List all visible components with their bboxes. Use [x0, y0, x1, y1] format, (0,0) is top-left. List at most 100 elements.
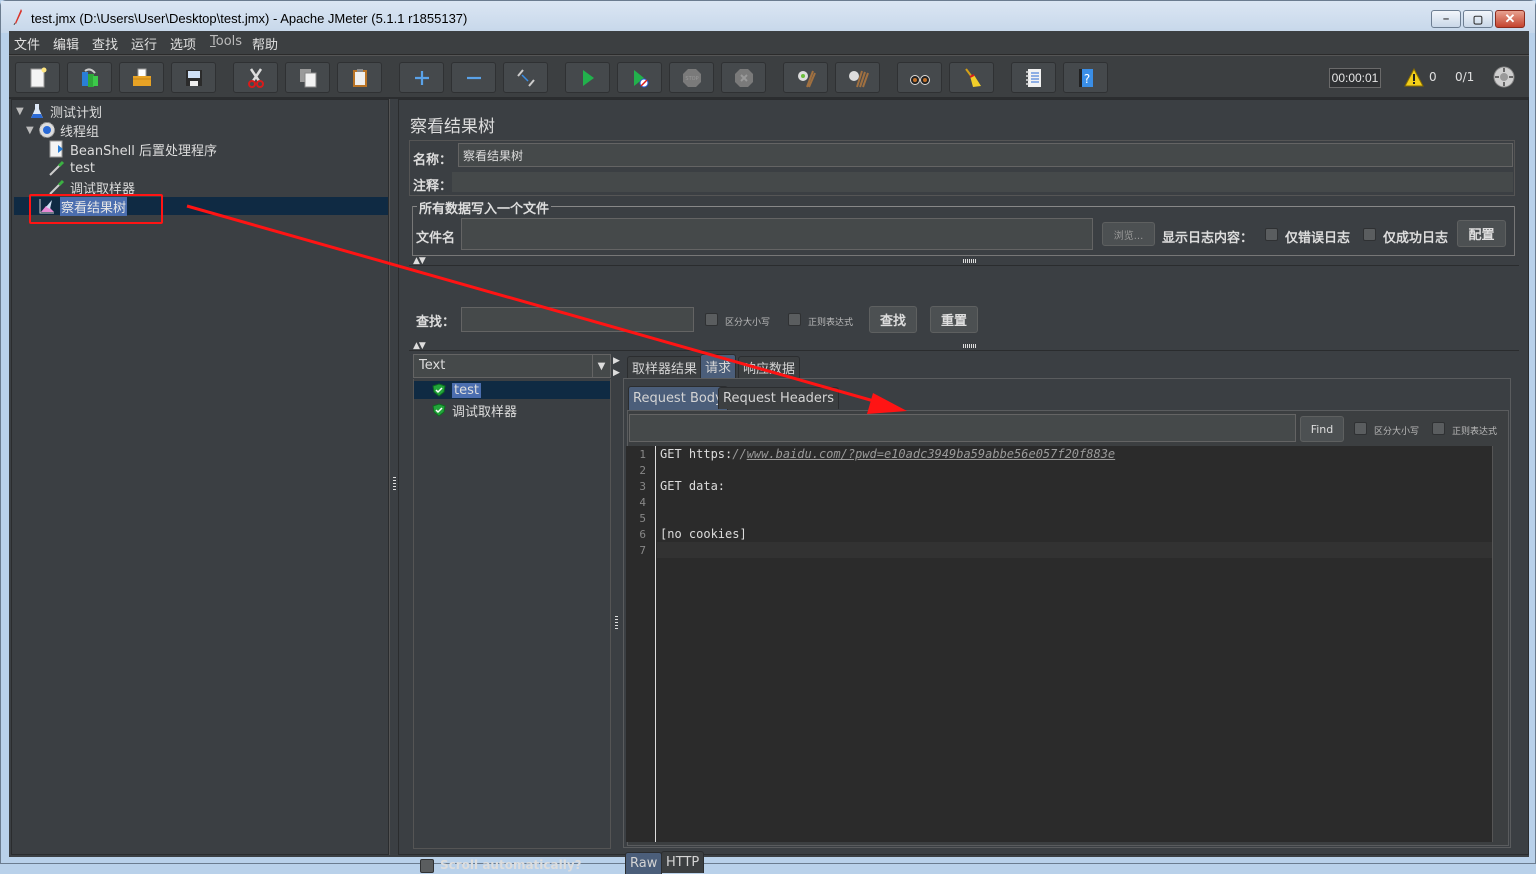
paste-button[interactable]	[337, 62, 382, 93]
name-input[interactable]: 察看结果树	[458, 143, 1513, 167]
test-plan-flask-icon	[31, 104, 43, 118]
maximize-button[interactable]: ▢	[1463, 10, 1493, 28]
file-group-title: 所有数据写入一个文件	[417, 198, 552, 217]
start-no-pauses-button[interactable]	[617, 62, 662, 93]
expand-button[interactable]	[399, 62, 444, 93]
editor-scrollbar[interactable]	[1492, 446, 1506, 842]
tab-response-data[interactable]: 响应数据	[738, 356, 801, 378]
search-toolbar-button[interactable]	[897, 62, 942, 93]
name-label: 名称：	[413, 153, 453, 168]
menu-search[interactable]: 查找	[92, 34, 118, 53]
browse-button[interactable]: 浏览...	[1102, 222, 1155, 246]
copy-button[interactable]	[285, 62, 330, 93]
find-button[interactable]: Find	[1300, 416, 1344, 442]
clear-button[interactable]	[783, 62, 828, 93]
tab-request-headers[interactable]: Request Headers	[718, 387, 840, 409]
close-icon: ✕	[1504, 11, 1516, 26]
toggle-button[interactable]	[503, 62, 548, 93]
function-helper-button[interactable]	[1011, 62, 1056, 93]
results-splitter[interactable]: ▶ ▶	[612, 354, 622, 849]
comment-label: 注释：	[413, 179, 453, 194]
title-bar: test.jmx (D:\Users\User\Desktop\test.jmx…	[1, 1, 1535, 33]
reset-search-button[interactable]	[949, 62, 994, 93]
search-input[interactable]	[461, 307, 694, 332]
filename-input[interactable]	[461, 218, 1093, 250]
thread-group-gear-icon	[39, 122, 55, 138]
expand-arrow-icon[interactable]: ▶	[613, 356, 620, 366]
tab-request[interactable]: 请求	[700, 354, 737, 378]
toolbar: STOP ? 00:00:01 0 0/1	[9, 55, 1529, 99]
scroll-automatically-checkbox[interactable]	[420, 859, 434, 873]
binoculars-icon	[909, 74, 930, 85]
errors-only-checkbox[interactable]	[1265, 228, 1278, 241]
collapse-toggle-icon[interactable]: ▼	[26, 125, 36, 136]
search-button[interactable]: 查找	[869, 306, 917, 333]
clear-all-button[interactable]	[835, 62, 880, 93]
menu-tools[interactable]: Tools	[210, 34, 242, 49]
splitter-grip-icon[interactable]	[393, 477, 396, 491]
menu-file[interactable]: 文件	[14, 34, 40, 53]
main-splitter[interactable]	[389, 99, 398, 855]
tab-raw[interactable]: Raw	[625, 852, 663, 874]
comment-input[interactable]	[452, 172, 1513, 192]
open-button[interactable]	[119, 62, 164, 93]
configure-button[interactable]: 配置	[1457, 220, 1506, 247]
tab-request-body[interactable]: Request Body	[628, 386, 728, 410]
expand-arrow-icon[interactable]: ▶	[613, 368, 620, 378]
elapsed-time: 00:00:01	[1329, 68, 1381, 88]
help-button[interactable]: ?	[1063, 62, 1108, 93]
request-body-editor[interactable]: 1 2 3 4 5 6 7 GET https://www.baidu.com/…	[626, 446, 1492, 842]
broom-icon	[964, 67, 981, 87]
find-case-sensitive-checkbox[interactable]	[1354, 422, 1367, 435]
start-button[interactable]	[565, 62, 610, 93]
tree-node-test-sampler[interactable]: test	[48, 159, 95, 177]
collapse-toggle-icon[interactable]: ▼	[16, 106, 26, 117]
renderer-value: Text	[419, 358, 446, 373]
tree-node-label: BeanShell 后置处理程序	[70, 143, 217, 159]
regex-checkbox[interactable]	[788, 313, 801, 326]
tree-node-thread-group[interactable]: ▼ 线程组	[26, 121, 99, 140]
view-results-tree-panel: 察看结果树 名称： 察看结果树 注释： 所有数据写入一个文件 文件名 浏览...…	[398, 99, 1529, 874]
errors-only-label: 仅错误日志	[1285, 231, 1351, 246]
reset-button[interactable]: 重置	[930, 306, 978, 333]
case-sensitive-label: 区分大小写	[725, 318, 771, 328]
warning-icon[interactable]	[1404, 68, 1424, 88]
postprocessor-icon	[49, 140, 63, 158]
split-grip-icon[interactable]	[963, 344, 977, 348]
shutdown-button[interactable]	[721, 62, 766, 93]
templates-button[interactable]	[67, 62, 112, 93]
split-grip-icon[interactable]	[963, 259, 977, 263]
menu-help[interactable]: 帮助	[252, 34, 278, 53]
new-button[interactable]	[15, 62, 60, 93]
request-url-link[interactable]: www.baidu.com/?pwd=e10adc3949ba59abbe56e…	[747, 447, 1115, 461]
close-button[interactable]: ✕	[1495, 10, 1525, 28]
tab-sampler-result[interactable]: 取样器结果	[627, 356, 703, 378]
collapse-button[interactable]	[451, 62, 496, 93]
case-sensitive-checkbox[interactable]	[705, 313, 718, 326]
cut-button[interactable]	[233, 62, 278, 93]
tab-http[interactable]: HTTP	[661, 851, 705, 873]
minimize-button[interactable]: –	[1431, 10, 1461, 28]
menu-options[interactable]: 选项	[170, 34, 196, 53]
open-folder-icon	[132, 68, 151, 86]
find-regex-label: 正则表达式	[1452, 427, 1498, 437]
find-input[interactable]	[629, 414, 1296, 442]
filename-label: 文件名	[416, 231, 456, 246]
menu-edit[interactable]: 编辑	[53, 34, 79, 53]
tab-label: Request Body	[633, 391, 723, 406]
tree-node-test-plan[interactable]: ▼ 测试计划	[16, 102, 102, 121]
splitter-grip-icon[interactable]	[615, 616, 618, 630]
success-only-checkbox[interactable]	[1363, 228, 1376, 241]
save-button[interactable]	[171, 62, 216, 93]
result-item-debug-sampler[interactable]: 调试取样器	[414, 401, 517, 420]
jmeter-window: test.jmx (D:\Users\User\Desktop\test.jmx…	[0, 0, 1536, 874]
find-regex-checkbox[interactable]	[1432, 422, 1445, 435]
stop-button[interactable]: STOP	[669, 62, 714, 93]
menu-run[interactable]: 运行	[131, 34, 157, 53]
result-item-test[interactable]: test	[414, 381, 610, 399]
clear-all-broom-icon	[848, 70, 869, 87]
renderer-select[interactable]: Text ▼	[413, 354, 611, 378]
code-line-get-data: GET data:	[660, 479, 726, 493]
line-number: 3	[639, 480, 646, 493]
tree-node-beanshell-postprocessor[interactable]: BeanShell 后置处理程序	[48, 140, 217, 159]
